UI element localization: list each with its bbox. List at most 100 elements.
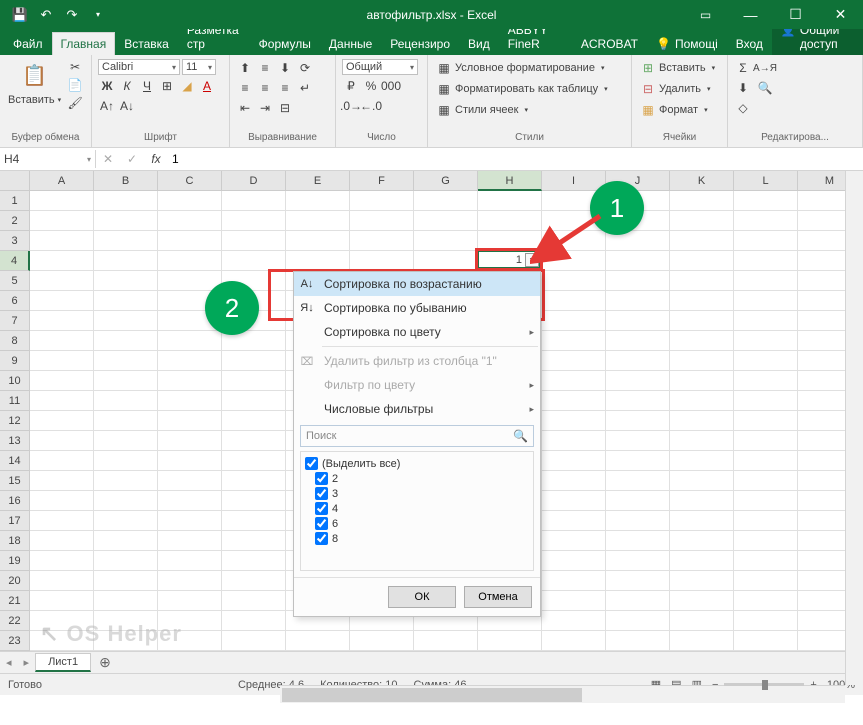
cell[interactable] xyxy=(94,511,158,531)
italic-button[interactable]: К xyxy=(118,77,136,95)
cell[interactable] xyxy=(30,191,94,211)
name-box[interactable]: H4▾ xyxy=(0,150,96,168)
fill-color-button[interactable]: ◢ xyxy=(178,77,196,95)
cell[interactable] xyxy=(158,411,222,431)
row-header[interactable]: 15 xyxy=(0,471,30,491)
cell[interactable] xyxy=(734,191,798,211)
currency-icon[interactable]: ₽ xyxy=(342,77,360,95)
cell[interactable] xyxy=(670,231,734,251)
cell[interactable] xyxy=(222,471,286,491)
cell[interactable] xyxy=(30,351,94,371)
new-sheet-button[interactable]: ⊕ xyxy=(91,654,119,671)
cell[interactable] xyxy=(670,191,734,211)
row-header[interactable]: 6 xyxy=(0,291,30,311)
align-center-icon[interactable]: ≡ xyxy=(256,79,274,97)
row-header[interactable]: 16 xyxy=(0,491,30,511)
cell[interactable] xyxy=(94,531,158,551)
cell[interactable] xyxy=(414,631,478,651)
cell[interactable] xyxy=(606,631,670,651)
cell[interactable] xyxy=(606,571,670,591)
column-header[interactable]: E xyxy=(286,171,350,191)
tab-view[interactable]: Вид xyxy=(459,32,499,55)
bold-button[interactable]: Ж xyxy=(98,77,116,95)
cell[interactable] xyxy=(542,631,606,651)
cell[interactable] xyxy=(158,351,222,371)
cell[interactable] xyxy=(222,391,286,411)
cell[interactable] xyxy=(94,271,158,291)
fx-icon[interactable]: fx xyxy=(144,152,168,166)
cell-styles-button[interactable]: ▦Стили ячеек▾ xyxy=(434,101,530,119)
increase-decimal-icon[interactable]: .0→ xyxy=(342,97,360,115)
font-color-button[interactable]: A xyxy=(198,77,216,95)
cell[interactable] xyxy=(94,471,158,491)
redo-icon[interactable]: ↷ xyxy=(60,3,84,27)
cell[interactable] xyxy=(30,311,94,331)
row-header[interactable]: 8 xyxy=(0,331,30,351)
cell[interactable] xyxy=(94,251,158,271)
tab-formulas[interactable]: Формулы xyxy=(250,32,320,55)
column-header[interactable]: C xyxy=(158,171,222,191)
cell[interactable] xyxy=(734,251,798,271)
delete-cells-button[interactable]: ⊟Удалить▾ xyxy=(638,80,713,98)
cell[interactable] xyxy=(94,391,158,411)
formula-input[interactable] xyxy=(168,150,863,168)
row-header[interactable]: 22 xyxy=(0,611,30,631)
ribbon-options-icon[interactable]: ▭ xyxy=(683,0,728,29)
cell[interactable] xyxy=(542,531,606,551)
cell[interactable] xyxy=(158,251,222,271)
row-header[interactable]: 20 xyxy=(0,571,30,591)
insert-cells-button[interactable]: ⊞Вставить▾ xyxy=(638,59,717,77)
find-icon[interactable]: 🔍 xyxy=(756,79,774,97)
cell[interactable] xyxy=(734,371,798,391)
cell[interactable] xyxy=(30,591,94,611)
cell[interactable] xyxy=(30,371,94,391)
row-header[interactable]: 17 xyxy=(0,511,30,531)
cell[interactable] xyxy=(606,251,670,271)
cell[interactable] xyxy=(734,391,798,411)
cell[interactable] xyxy=(670,411,734,431)
cell[interactable] xyxy=(30,291,94,311)
close-button[interactable]: ✕ xyxy=(818,0,863,29)
filter-item-checkbox[interactable] xyxy=(315,532,328,545)
signin-link[interactable]: Вход xyxy=(727,32,772,55)
cell[interactable] xyxy=(670,471,734,491)
cell[interactable] xyxy=(94,211,158,231)
increase-font-icon[interactable]: A↑ xyxy=(98,97,116,115)
cell[interactable] xyxy=(670,251,734,271)
cell[interactable] xyxy=(30,471,94,491)
row-header[interactable]: 7 xyxy=(0,311,30,331)
tab-data[interactable]: Данные xyxy=(320,32,381,55)
tell-me[interactable]: 💡Помощі xyxy=(647,32,727,55)
cell[interactable] xyxy=(30,391,94,411)
cell[interactable] xyxy=(670,291,734,311)
cell[interactable] xyxy=(542,551,606,571)
cell[interactable] xyxy=(478,231,542,251)
row-header[interactable]: 13 xyxy=(0,431,30,451)
cell[interactable] xyxy=(734,271,798,291)
cell[interactable] xyxy=(606,611,670,631)
cell[interactable] xyxy=(734,431,798,451)
cell[interactable] xyxy=(350,211,414,231)
cell[interactable] xyxy=(734,231,798,251)
cell[interactable] xyxy=(606,431,670,451)
cell[interactable] xyxy=(734,591,798,611)
row-header[interactable]: 12 xyxy=(0,411,30,431)
cell[interactable] xyxy=(478,211,542,231)
cell[interactable] xyxy=(30,531,94,551)
cell[interactable] xyxy=(94,451,158,471)
cell[interactable] xyxy=(670,431,734,451)
cell[interactable] xyxy=(734,411,798,431)
cell[interactable] xyxy=(222,491,286,511)
cell[interactable] xyxy=(158,571,222,591)
cell[interactable] xyxy=(286,231,350,251)
align-right-icon[interactable]: ≡ xyxy=(276,79,294,97)
cell[interactable] xyxy=(542,371,606,391)
spreadsheet-grid[interactable]: ABCDEFGHIJKLM 12345678910111213141516171… xyxy=(0,171,863,651)
paste-icon[interactable]: 📋 xyxy=(19,59,51,91)
tab-file[interactable]: Файл xyxy=(4,32,52,55)
cell[interactable] xyxy=(734,471,798,491)
cell[interactable] xyxy=(350,251,414,271)
wrap-text-icon[interactable]: ↵ xyxy=(296,79,314,97)
sort-by-color-item[interactable]: Сортировка по цвету▸ xyxy=(294,320,540,344)
tab-insert[interactable]: Вставка xyxy=(115,32,178,55)
